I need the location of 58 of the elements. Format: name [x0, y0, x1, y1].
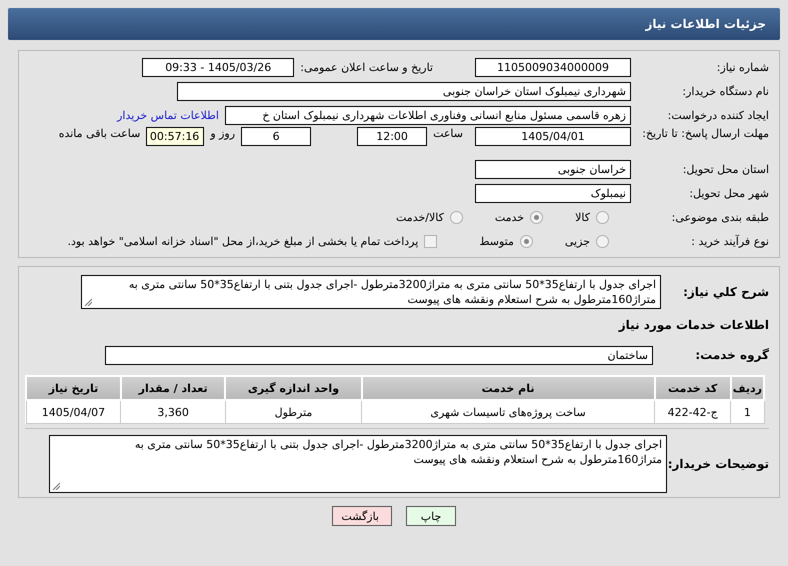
option-label: کالا/خدمت — [396, 210, 444, 224]
requester-field: زهره قاسمی مسئول منابع انسانی وفناوری اطلاعات شهرداری نیمبلوک استان خ — [225, 106, 631, 124]
checkbox[interactable] — [424, 234, 438, 248]
description-text: اجرای جدول با ارتفاع35*50 سانتی متری به متراژ3200مترطول -اجرای جدول بتنی با ارتفاع35*50 سانتی متری به متراژ160مترطول به شرح استعلام ونقشه های پیوست — [128, 278, 656, 306]
page-header: جزئیات اطلاعات نیاز — [8, 8, 780, 40]
need-number-field: 1105009034000009 — [475, 58, 631, 76]
field-label: استان محل تحویل: — [682, 162, 769, 176]
column-header: تاریخ نیاز — [26, 376, 121, 400]
announce-date-field: 1405/03/26 - 09:33 — [142, 58, 294, 76]
section-title: اطلاعات خدمات مورد نياز — [618, 318, 769, 332]
city-field: نیمبلوک — [475, 184, 631, 202]
field-label: شهر محل تحویل: — [688, 186, 769, 200]
field-label: مهلت ارسال پاسخ: تا تاریخ: — [641, 127, 769, 141]
column-header: کد خدمت — [654, 376, 731, 400]
table-cell: 1 — [730, 400, 764, 424]
field-label: روز و — [210, 127, 236, 140]
field-label: نام دستگاه خریدار: — [681, 84, 769, 98]
date-field: 1405/04/01 — [475, 127, 631, 146]
radio-button[interactable] — [520, 234, 533, 248]
field-label: ساعت باقی مانده — [58, 127, 140, 140]
radio-button[interactable] — [596, 234, 609, 248]
time-field: 12:00 — [357, 127, 428, 146]
field-label: شرح کلي نياز: — [682, 285, 769, 299]
option-label: خدمت — [494, 210, 524, 224]
option-label: جزیی — [564, 234, 590, 248]
province-field: خراسان جنوبی — [475, 160, 631, 178]
field-label: گروه خدمت: — [694, 348, 769, 362]
field-label: تاریخ و ساعت اعلان عمومی: — [300, 60, 433, 74]
column-header: نام خدمت — [362, 376, 655, 400]
column-header: ردیف — [730, 376, 764, 400]
table-cell: 1405/04/07 — [26, 400, 121, 424]
back-button[interactable]: بازگشت — [332, 506, 392, 526]
column-header: واحد اندازه گیری — [225, 376, 362, 400]
table-cell: 3,360 — [120, 400, 226, 424]
buyer-org-field: شهرداری نیمبلوک استان خراسان جنوبی — [177, 82, 631, 100]
buyer-notes-text: اجرای جدول با ارتفاع35*50 سانتی متری به متراژ3200مترطول -اجرای جدول بتنی با ارتفاع35*50 سانتی متری به متراژ160مترطول به شرح استعلام ونقشه های پیوست — [134, 438, 662, 466]
option-label: کالا — [575, 210, 590, 224]
field-label: ایجاد کننده درخواست: — [666, 108, 769, 122]
contact-link[interactable]: اطلاعات تماس خریدار — [117, 108, 219, 122]
resize-grip-icon[interactable] — [52, 482, 60, 490]
field-label: شماره نیاز: — [716, 60, 769, 74]
radio-button[interactable] — [530, 210, 544, 224]
print-button[interactable]: چاپ — [406, 506, 456, 526]
table-cell: ساخت پروژه‌های تاسیسات شهری — [362, 400, 655, 424]
payment-note: پرداخت تمام یا بخشی از مبلغ خرید،از محل "اسناد خزانه اسلامی" خواهد بود. — [68, 234, 418, 248]
table-cell: مترطول — [225, 400, 362, 424]
service-group-field: ساختمان — [105, 346, 653, 364]
option-label: متوسط — [479, 234, 514, 248]
field-label: ساعت — [433, 127, 463, 140]
field-label: نوع فرآیند خرید : — [690, 234, 769, 248]
radio-button[interactable] — [450, 210, 463, 224]
remaining-time-field: 00:57:16 — [146, 127, 204, 146]
days-field: 6 — [241, 127, 312, 146]
radio-button[interactable] — [596, 210, 609, 224]
column-header: تعداد / مقدار — [120, 376, 226, 400]
resize-grip-icon[interactable] — [84, 298, 92, 306]
table-cell: ج-42-422 — [654, 400, 731, 424]
field-label: طبقه بندی موضوعی: — [670, 210, 769, 224]
